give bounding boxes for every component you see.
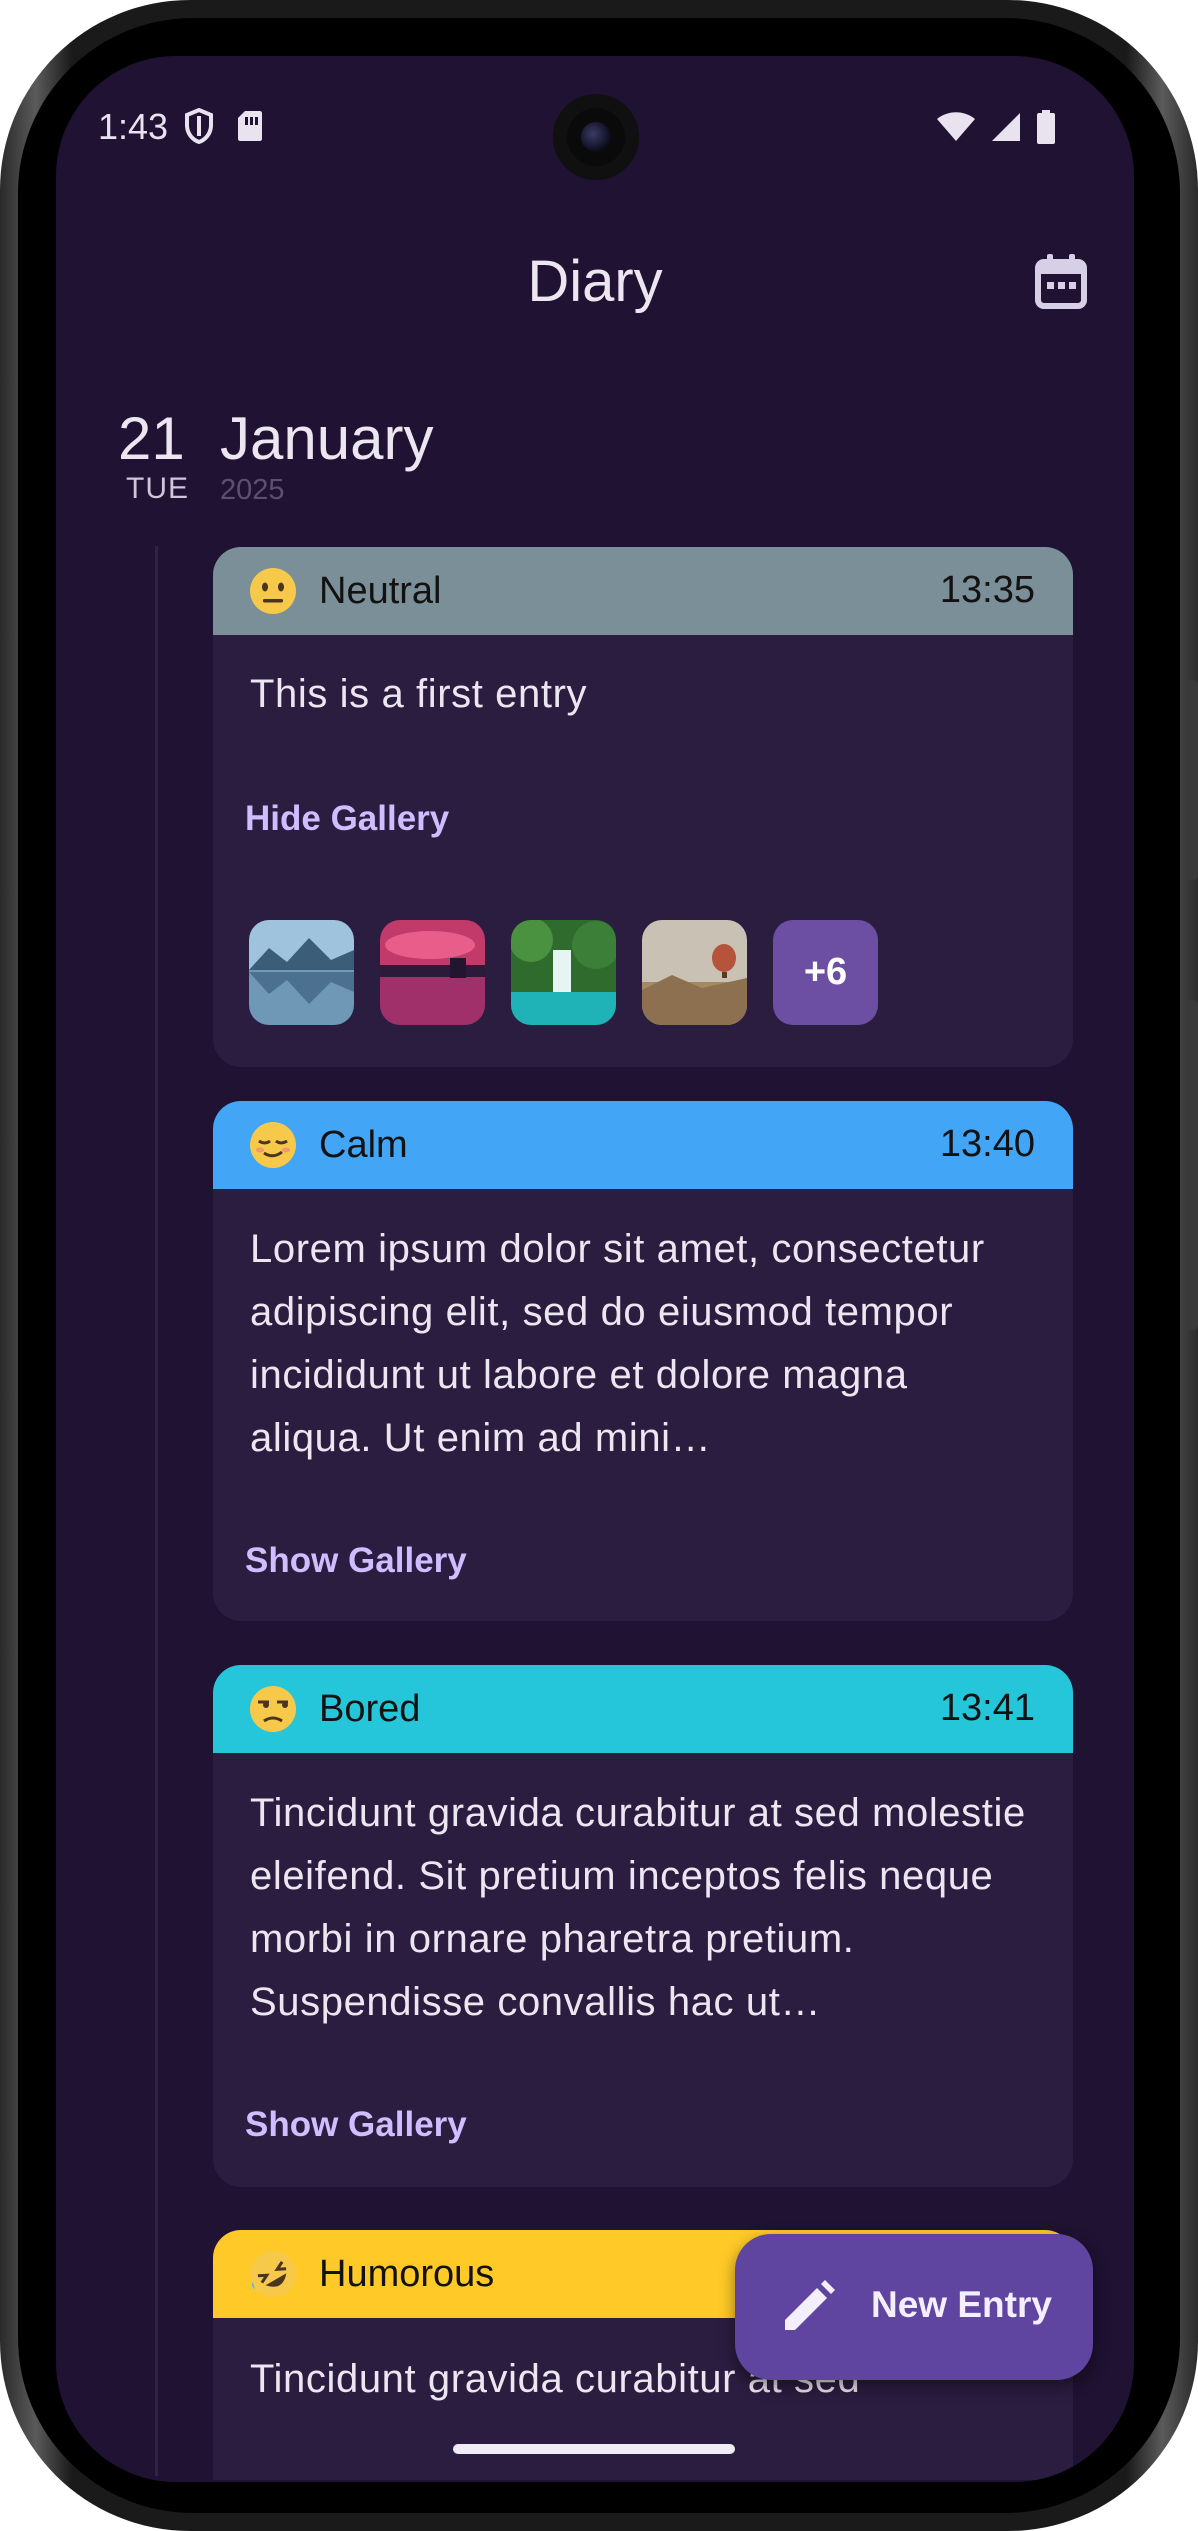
gallery-thumbnail[interactable]: [642, 920, 747, 1025]
diary-entry-card[interactable]: Calm 13:40 Lorem ipsum dolor sit amet, c…: [213, 1101, 1073, 1621]
mood-label: Calm: [319, 1123, 408, 1166]
entry-header: Calm 13:40: [213, 1101, 1073, 1189]
timeline-line: [155, 546, 158, 2476]
hot-air-balloon-image: [642, 920, 747, 1025]
relieved-face-icon: [250, 1122, 296, 1168]
pencil-icon: [785, 2280, 835, 2330]
volume-button: [1186, 680, 1198, 880]
neutral-face-icon: [250, 568, 296, 614]
signal-icon: [992, 113, 1020, 141]
mood-label: Humorous: [319, 2252, 495, 2295]
front-camera: [553, 94, 639, 180]
shield-icon: [185, 108, 213, 144]
entry-time: 13:41: [939, 1687, 1035, 1729]
gallery-thumbnail[interactable]: [380, 920, 485, 1025]
more-images-button[interactable]: +6: [773, 920, 878, 1025]
calendar-icon[interactable]: [1034, 254, 1088, 310]
entry-time: 13:35: [939, 569, 1035, 611]
gallery-thumbnail[interactable]: [511, 920, 616, 1025]
show-gallery-button[interactable]: Show Gallery: [245, 2105, 467, 2145]
sim-card-icon: [238, 111, 262, 141]
entry-text: Tincidunt gravida curabitur at sed moles…: [250, 1791, 1026, 2024]
wifi-icon: [937, 112, 975, 141]
mood-label: Bored: [319, 1687, 421, 1730]
diary-entry-card[interactable]: Bored 13:41 Tincidunt gravida curabitur …: [213, 1665, 1073, 2187]
sunset-lake-image: [380, 920, 485, 1025]
app-screen: 1:43 Diary 21 TUE January 2025 Neutral 1…: [56, 56, 1134, 2482]
mood-label: Neutral: [319, 569, 442, 612]
date-year: 2025: [220, 474, 285, 506]
battery-icon: [1037, 110, 1055, 144]
diary-entry-card[interactable]: Neutral 13:35 This is a first entry Hide…: [213, 547, 1073, 1067]
entry-text: Lorem ipsum dolor sit amet, consectetur …: [250, 1227, 985, 1460]
entry-text: This is a first entry: [250, 672, 588, 716]
new-entry-button[interactable]: New Entry: [735, 2234, 1093, 2380]
unamused-face-icon: [250, 1686, 296, 1732]
gallery-thumbnail[interactable]: [249, 920, 354, 1025]
date-weekday: TUE: [126, 472, 189, 505]
date-month: January: [220, 405, 434, 472]
power-button: [1186, 1000, 1198, 1330]
status-right-icons: [936, 110, 1056, 144]
date-day: 21: [118, 405, 185, 472]
entry-header: Bored 13:41: [213, 1665, 1073, 1753]
lake-mountains-image: [249, 920, 354, 1025]
entry-header: Neutral 13:35: [213, 547, 1073, 635]
gallery-thumbnails: +6: [249, 920, 878, 1025]
page-title: Diary: [527, 249, 663, 314]
waterfall-image: [511, 920, 616, 1025]
show-gallery-button[interactable]: Show Gallery: [245, 1541, 467, 1581]
rolling-laughing-face-icon: [250, 2251, 296, 2297]
new-entry-label: New Entry: [871, 2284, 1052, 2325]
status-left-icons: [184, 108, 264, 144]
phone-frame: 1:43 Diary 21 TUE January 2025 Neutral 1…: [0, 0, 1198, 2531]
entry-time: 13:40: [939, 1123, 1035, 1165]
home-indicator[interactable]: [453, 2444, 735, 2454]
hide-gallery-button[interactable]: Hide Gallery: [245, 799, 449, 839]
